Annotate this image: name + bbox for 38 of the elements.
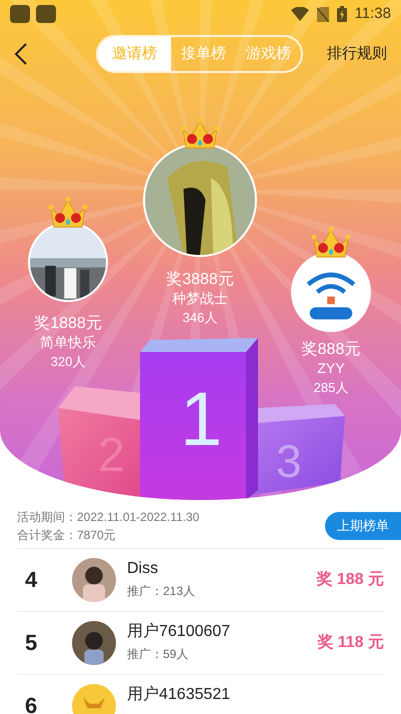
- promotion-count: 推广：59人: [127, 646, 190, 663]
- crown-icon: [180, 117, 220, 151]
- prize-amount: 奖888元: [302, 340, 360, 359]
- back-icon[interactable]: [14, 43, 28, 65]
- user-name: 用户41635521: [127, 684, 230, 705]
- notification-icon: [10, 5, 30, 23]
- prize-amount: 奖 118 元: [317, 632, 384, 653]
- last-period-button[interactable]: 上期榜单: [325, 512, 401, 540]
- rank-number: 4: [24, 568, 38, 592]
- no-sim-icon: [316, 6, 329, 22]
- place-number: 3: [276, 438, 302, 484]
- winner-name: 简单快乐: [40, 333, 96, 352]
- invite-count: 285人: [314, 379, 348, 397]
- winner-name: 种梦战士: [172, 289, 228, 308]
- place-number: 1: [180, 382, 222, 458]
- prize-amount: 奖1888元: [34, 314, 102, 333]
- total-prize: 合计奖金：7870元: [17, 527, 117, 544]
- rank-number: 5: [24, 631, 38, 655]
- prize-amount: 奖3888元: [166, 270, 234, 289]
- clock: 11:38: [354, 4, 391, 24]
- user-name: Diss: [127, 559, 160, 579]
- user-name: 用户76100607: [127, 622, 230, 642]
- ranking-rules-link[interactable]: 排行规则: [327, 42, 387, 66]
- crown-icon: [311, 226, 351, 260]
- tab[interactable]: 游戏榜: [236, 37, 301, 71]
- wifi-icon: [290, 7, 309, 21]
- winner-name: ZYY: [317, 359, 345, 378]
- battery-icon: [336, 6, 347, 22]
- notification-icon: [36, 5, 56, 23]
- promotion-count: 推广：213人: [127, 583, 196, 600]
- crown-icon: [48, 196, 88, 230]
- invite-count: 320人: [50, 353, 86, 371]
- activity-period: 活动期间：2022.11.01-2022.11.30: [17, 509, 200, 526]
- tab[interactable]: 接单榜: [171, 37, 236, 71]
- prize-amount: 奖 188 元: [316, 570, 384, 590]
- rank-number: 6: [24, 694, 38, 714]
- tab[interactable]: 邀请榜: [98, 37, 171, 71]
- invite-count: 346人: [182, 309, 218, 327]
